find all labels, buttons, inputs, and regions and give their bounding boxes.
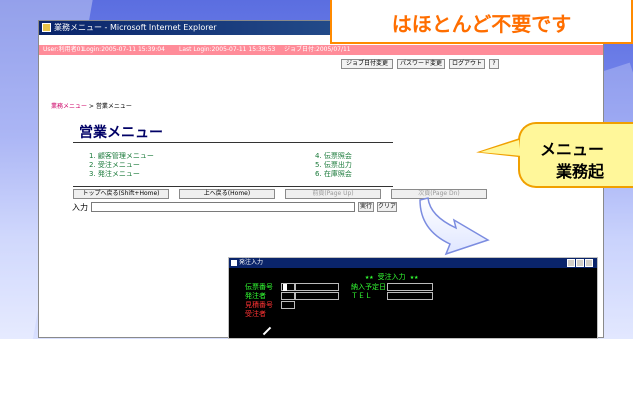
delivery-date-label: 納入予定日 [351,283,386,291]
last-login-time: Last Login:2005-07-11 15:38:53 [179,46,276,53]
clear-button[interactable]: クリア [377,202,397,212]
job-date: ジョブ日付:2005/07/11 [284,46,351,53]
orderer-label: 発注者 [245,292,266,300]
close-icon[interactable] [585,259,593,267]
logout-button[interactable]: ログアウト [449,59,485,69]
run-button[interactable]: 実行 [358,202,374,212]
terminal-header: ★★ 受注入力 ★★ [365,273,419,281]
menu-list: 1. 顧客管理メニュー 2. 受注メニュー 3. 発注メニュー 4. 伝票照会 … [73,142,393,187]
voucher-no-field-2[interactable] [295,283,339,291]
terminal-titlebar[interactable]: 発注入力 [229,258,597,268]
maximize-icon[interactable] [576,259,584,267]
user-info-bar: User:利用者01 Login:2005-07-11 15:39:04 Las… [39,45,603,55]
input-label: 入力 [72,203,88,212]
curved-arrow-icon [419,197,490,256]
terminal-title: 発注入力 [239,259,264,266]
password-change-button[interactable]: パスワード変更 [397,59,445,69]
right-callout-line2: 業務起 [556,162,605,181]
voucher-no-label: 伝票番号 [245,283,273,291]
estimate-no-label: 見積番号 [245,301,273,309]
top-callout: はほとんど不要です [330,0,633,44]
back-to-top-button[interactable]: トップへ戻る(Shift+Home) [73,189,169,199]
prev-page-button[interactable]: 前頁(Page Up) [285,189,381,199]
terminal-window: 発注入力 ★★ 受注入力 ★★ 伝票番号 納入予定日 発注者 ＴＥＬ 見積番号 … [228,257,598,339]
breadcrumb-current: 営業メニュー [95,103,132,110]
user-name: User:利用者01 [43,46,85,53]
tel-field[interactable] [387,292,433,300]
breadcrumb-separator: > [87,103,96,110]
job-date-change-button[interactable]: ジョブ日付変更 [341,59,393,69]
menu-item-order-placed[interactable]: 3. 発注メニュー [89,169,140,179]
ie-app-icon [42,23,51,32]
orderer-name-field[interactable] [295,292,339,300]
window-title: 業務メニュー - Microsoft Internet Explorer [54,23,217,32]
menu-item-stock-inquiry[interactable]: 6. 在庫照会 [315,169,352,179]
back-up-button[interactable]: 上へ戻る(Home) [179,189,275,199]
login-time: Login:2005-07-11 15:39:04 [83,46,165,53]
tel-label: ＴＥＬ [351,292,372,300]
breadcrumb: 業務メニュー > 営業メニュー [51,101,132,110]
top-callout-text: はほとんど不要です [391,12,572,36]
help-button[interactable]: ? [489,59,499,69]
orderer-code-field[interactable] [281,292,295,300]
right-callout-line1: メニュー [540,140,605,159]
breadcrumb-link-business-menu[interactable]: 業務メニュー [51,103,87,110]
page-title: 営業メニュー [79,125,163,141]
text-cursor [283,284,287,291]
command-input[interactable] [91,202,355,212]
estimate-no-field[interactable] [281,301,295,309]
receiver-label: 受注者 [245,310,266,318]
minimize-icon[interactable] [567,259,575,267]
terminal-app-icon [231,260,237,266]
delivery-date-field[interactable] [387,283,433,291]
